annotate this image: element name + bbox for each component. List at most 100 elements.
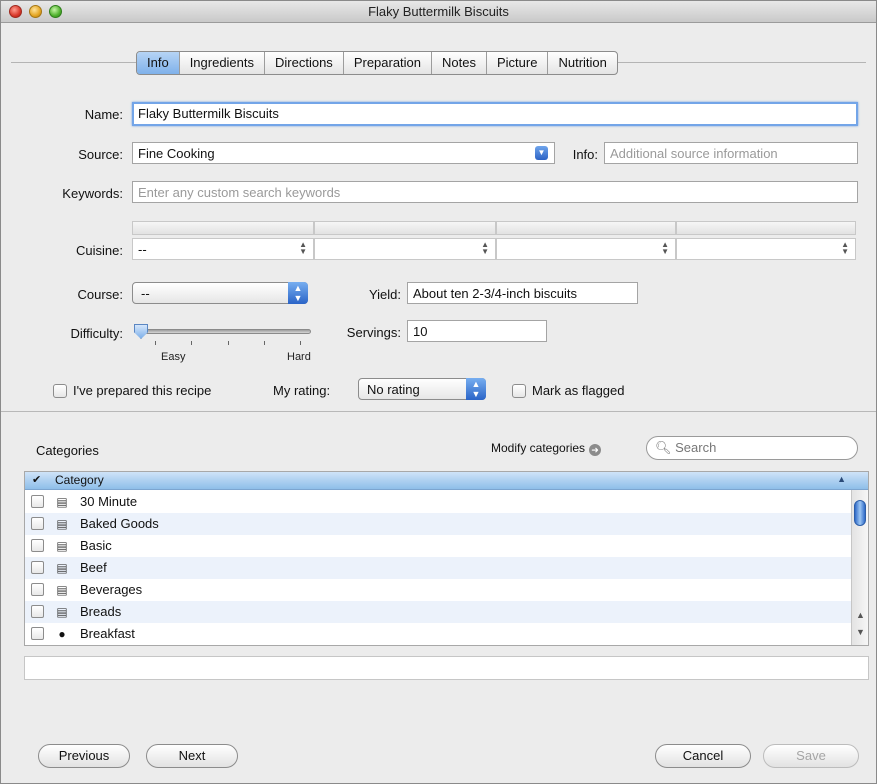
row-checkbox[interactable]: [31, 627, 44, 640]
section-divider: [1, 411, 876, 412]
document-icon: ▤: [56, 605, 68, 619]
person-icon: ●: [58, 627, 66, 641]
course-popup[interactable]: -- ▲ ▼: [132, 282, 308, 304]
stepper-icon: ▲ ▼: [299, 240, 307, 256]
popup-arrows-icon: ▲ ▼: [466, 378, 486, 400]
cancel-button[interactable]: Cancel: [655, 744, 751, 768]
title-bar[interactable]: Flaky Buttermilk Biscuits: [1, 1, 876, 23]
category-name: Basic: [80, 538, 112, 553]
cuisine-header-1: [132, 221, 314, 235]
previous-button[interactable]: Previous: [38, 744, 130, 768]
cuisine-select-4[interactable]: ▲ ▼: [676, 238, 856, 260]
cuisine-select-2[interactable]: ▲ ▼: [314, 238, 496, 260]
rating-label: My rating:: [273, 383, 331, 398]
cuisine-header-2: [314, 221, 496, 235]
course-label: Course:: [77, 287, 123, 302]
category-name: 30 Minute: [80, 494, 138, 509]
category-search-input[interactable]: 🔍︎ Search: [646, 436, 858, 460]
tab-picture[interactable]: Picture: [487, 52, 549, 74]
cuisine-value-1: --: [138, 242, 147, 257]
scroll-up-arrow-icon[interactable]: ▲: [856, 610, 865, 620]
row-checkbox[interactable]: [31, 495, 44, 508]
source-info-field[interactable]: Additional source information: [604, 142, 858, 164]
source-value: Fine Cooking: [138, 146, 215, 161]
table-row[interactable]: ● Breakfast: [25, 623, 851, 645]
cuisine-select-3[interactable]: ▲ ▼: [496, 238, 676, 260]
window-title: Flaky Buttermilk Biscuits: [368, 4, 509, 19]
difficulty-easy-label: Easy: [161, 351, 186, 363]
tab-directions[interactable]: Directions: [265, 52, 344, 74]
table-header[interactable]: ✔ Category ▲: [25, 472, 868, 490]
name-label: Name:: [84, 107, 123, 122]
slider-tick: [264, 341, 265, 345]
tab-nutrition[interactable]: Nutrition: [548, 52, 616, 74]
table-row[interactable]: ▤ Breads: [25, 601, 851, 623]
source-dropdown-button[interactable]: ▼: [535, 146, 548, 160]
flagged-label[interactable]: Mark as flagged: [532, 383, 625, 398]
category-name: Breads: [80, 604, 122, 619]
row-checkbox[interactable]: [31, 605, 44, 618]
row-checkbox[interactable]: [31, 539, 44, 552]
cuisine-header-3: [496, 221, 676, 235]
source-combo[interactable]: Fine Cooking ▼: [132, 142, 555, 164]
row-checkbox[interactable]: [31, 583, 44, 596]
scrollbar-thumb[interactable]: [854, 500, 866, 526]
next-button[interactable]: Next: [146, 744, 238, 768]
table-row[interactable]: ▤ 30 Minute: [25, 491, 851, 513]
tab-preparation[interactable]: Preparation: [344, 52, 433, 74]
rating-popup[interactable]: No rating ▲ ▼: [358, 378, 486, 400]
table-row[interactable]: ▤ Basic: [25, 535, 851, 557]
servings-field[interactable]: 10: [407, 320, 547, 342]
stepper-icon: ▲ ▼: [841, 240, 849, 256]
arrow-right-icon: ➜: [589, 444, 602, 456]
table-row[interactable]: ▤ Beverages: [25, 579, 851, 601]
tab-info[interactable]: Info: [137, 52, 180, 74]
category-name: Baked Goods: [80, 516, 159, 531]
scroll-down-arrow-icon[interactable]: ▼: [856, 627, 865, 637]
row-checkbox[interactable]: [31, 517, 44, 530]
stepper-icon: ▲ ▼: [661, 240, 669, 256]
document-icon: ▤: [56, 517, 68, 531]
flagged-checkbox[interactable]: [512, 384, 526, 398]
category-column-header[interactable]: Category: [55, 473, 104, 487]
category-name: Beverages: [80, 582, 143, 597]
keywords-field[interactable]: Enter any custom search keywords: [132, 181, 858, 203]
category-status-field: [24, 656, 869, 680]
prepared-checkbox[interactable]: [53, 384, 67, 398]
difficulty-slider-knob[interactable]: [134, 324, 148, 339]
difficulty-label: Difficulty:: [70, 326, 124, 341]
prepared-label[interactable]: I've prepared this recipe: [73, 383, 211, 398]
table-row[interactable]: ▤ Baked Goods: [25, 513, 851, 535]
document-icon: ▤: [56, 583, 68, 597]
tab-ingredients[interactable]: Ingredients: [180, 52, 266, 74]
save-button[interactable]: Save: [763, 744, 859, 768]
modify-categories-label: Modify categories: [491, 441, 586, 455]
difficulty-slider-track[interactable]: [141, 329, 311, 334]
cuisine-label: Cuisine:: [76, 243, 123, 258]
popup-arrows-icon: ▲ ▼: [288, 282, 308, 304]
category-name: Breakfast: [80, 626, 135, 641]
modify-categories-button[interactable]: Modify categories ➜: [491, 441, 602, 456]
cuisine-select-1[interactable]: -- ▲ ▼: [132, 238, 314, 260]
search-icon: 🔍︎: [655, 440, 672, 455]
search-placeholder: Search: [675, 440, 717, 455]
source-label: Source:: [78, 147, 123, 162]
course-value: --: [141, 286, 150, 301]
slider-tick: [228, 341, 229, 345]
yield-label: Yield:: [368, 287, 401, 302]
check-column-header[interactable]: ✔: [32, 473, 41, 486]
cuisine-header-4: [676, 221, 856, 235]
sort-ascending-icon: ▲: [837, 474, 846, 484]
categories-table: ✔ Category ▲ ▤ 30 Minute ▤ Baked Goods ▤…: [24, 471, 869, 646]
info-label: Info:: [572, 147, 598, 162]
tab-notes[interactable]: Notes: [432, 52, 487, 74]
table-row[interactable]: ▤ Beef: [25, 557, 851, 579]
table-vertical-scrollbar[interactable]: ▲ ▼: [851, 490, 868, 645]
row-checkbox[interactable]: [31, 561, 44, 574]
yield-field[interactable]: About ten 2-3/4-inch biscuits: [407, 282, 638, 304]
category-name: Beef: [80, 560, 107, 575]
name-field[interactable]: Flaky Buttermilk Biscuits: [132, 102, 858, 126]
document-icon: ▤: [56, 561, 68, 575]
document-icon: ▤: [56, 539, 68, 553]
rating-value: No rating: [367, 382, 420, 397]
